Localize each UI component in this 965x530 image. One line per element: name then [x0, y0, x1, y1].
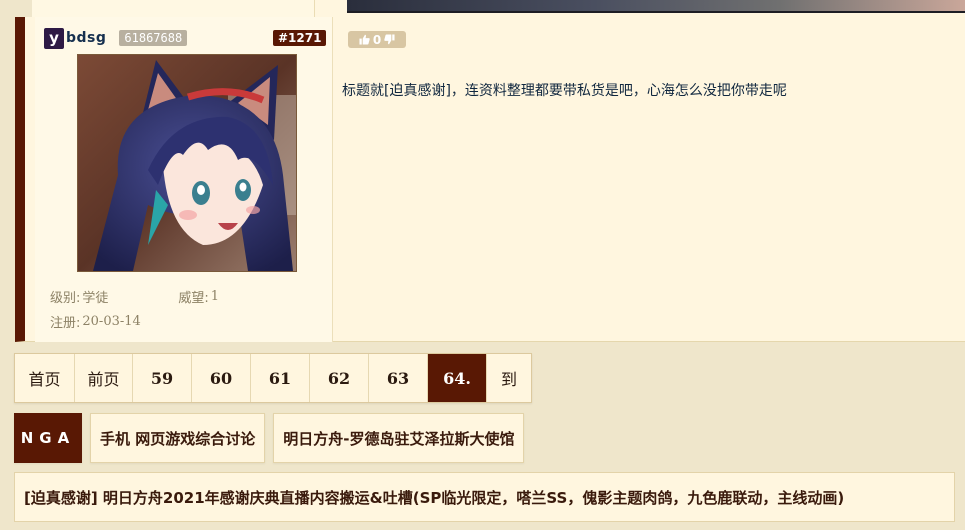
level-value: 学徒: [82, 291, 109, 306]
user-avatar[interactable]: [77, 54, 297, 272]
page-59[interactable]: 59: [133, 354, 192, 402]
floor-number-badge[interactable]: #1271: [273, 30, 327, 46]
register-date: 20-03-14: [82, 314, 141, 329]
page-61[interactable]: 61: [251, 354, 310, 402]
pagination: 首页 前页 59 60 61 62 63 64. 到: [14, 353, 532, 403]
thumb-down-icon[interactable]: [384, 34, 395, 45]
user-info: 级别: 学徒 威望: 1 注册: 20-03-14: [50, 284, 219, 334]
user-line: y bdsg 61867688: [44, 27, 188, 49]
post-user-panel: y bdsg 61867688 #1271 级别: 学徒 威望: 1 注册: 2…: [35, 17, 333, 342]
post-reply: y bdsg 61867688 #1271 级别: 学徒 威望: 1 注册: 2…: [15, 17, 965, 342]
thumb-up-icon[interactable]: [359, 34, 370, 45]
prestige-value: 1: [210, 289, 220, 304]
user-register-row: 注册: 20-03-14: [50, 309, 219, 334]
page-prev[interactable]: 前页: [75, 354, 133, 402]
prestige-label: 威望:: [178, 291, 209, 306]
level-label: 级别:: [50, 291, 81, 306]
page-current[interactable]: 64.: [428, 354, 487, 402]
nga-home-link[interactable]: NGA: [14, 413, 82, 463]
previous-post-user-cell: [32, 0, 315, 17]
breadcrumb: NGA 手机 网页游戏综合讨论 明日方舟-罗德岛驻艾泽拉斯大使馆: [14, 413, 525, 463]
page-60[interactable]: 60: [192, 354, 251, 402]
avatar-illustration: [78, 55, 296, 271]
user-level-row: 级别: 学徒 威望: 1: [50, 284, 219, 309]
previous-post-strip: [0, 0, 965, 17]
user-uid-badge[interactable]: 61867688: [119, 30, 188, 46]
user-initial-avatar[interactable]: y: [44, 27, 64, 49]
user-name-link[interactable]: bdsg: [66, 30, 106, 46]
page-first[interactable]: 首页: [15, 354, 75, 402]
vote-button[interactable]: 0: [348, 31, 406, 48]
breadcrumb-subforum[interactable]: 明日方舟-罗德岛驻艾泽拉斯大使馆: [273, 413, 525, 463]
previous-post-image[interactable]: [347, 0, 965, 13]
breadcrumb-forum[interactable]: 手机 网页游戏综合讨论: [90, 413, 266, 463]
page-goto[interactable]: 到: [487, 354, 531, 402]
page-62[interactable]: 62: [310, 354, 369, 402]
register-label: 注册:: [50, 316, 81, 331]
page-63[interactable]: 63: [369, 354, 428, 402]
vote-count: 0: [372, 32, 382, 47]
thread-title[interactable]: [迫真感谢] 明日方舟2021年感谢庆典直播内容搬运&吐槽(SP临光限定，嗒兰S…: [14, 472, 955, 522]
post-content: 标题就[迫真感谢]，连资料整理都要带私货是吧，心海怎么没把你带走呢: [342, 83, 787, 99]
